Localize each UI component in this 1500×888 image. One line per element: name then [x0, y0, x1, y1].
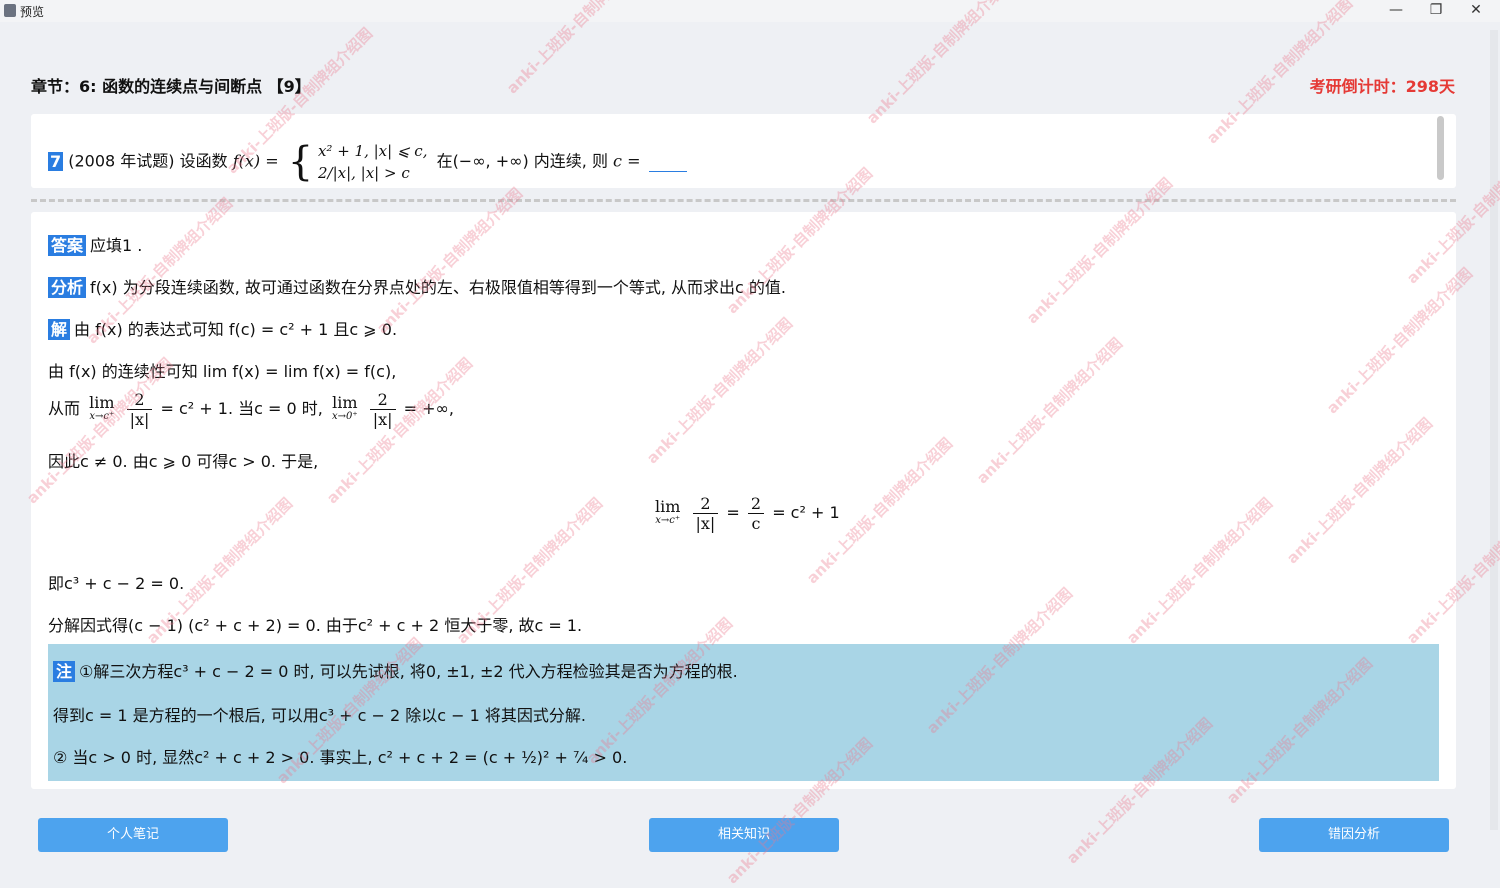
center-limit-sub: x→c⁺	[655, 514, 681, 526]
limit-sub-c: x→c⁺	[89, 410, 115, 422]
limit-end-text: = +∞,	[403, 399, 454, 418]
note-line-2: 得到c = 1 是方程的一个根后, 可以用c³ + c − 2 除以c − 1 …	[53, 702, 586, 726]
question-c-eq: c =	[613, 151, 641, 171]
cubic-text: 即c³ + c − 2 = 0.	[48, 574, 185, 593]
answer-tag: 答案	[48, 235, 87, 256]
center-limit: lim x→c⁺	[655, 496, 681, 526]
continuity-text: 由 f(x) 的连续性可知 lim f(x) = lim f(x) = f(c)…	[48, 362, 397, 381]
question-text: 7 (2008 年试题) 设函数 f(x) = { x² + 1, |x| ⩽ …	[48, 140, 687, 184]
frac-num: 2	[126, 390, 153, 410]
fraction-2-abs-x-2: 2 |x|	[369, 390, 396, 429]
piece-1: x² + 1, |x| ⩽ c,	[317, 142, 428, 160]
therefore-text: 因此c ≠ 0. 由c ⩾ 0 可得c > 0. 于是,	[48, 452, 319, 471]
solution-text: 由 f(x) 的表达式可知 f(c) = c² + 1 且c ⩾ 0.	[74, 320, 398, 339]
solution-line: 解由 f(x) 的表达式可知 f(c) = c² + 1 且c ⩾ 0.	[48, 316, 397, 340]
center-frac2-den: c	[751, 514, 761, 533]
section-divider	[31, 199, 1456, 202]
center-frac2-num: 2	[747, 494, 765, 514]
window-title: 预览	[20, 5, 45, 19]
factor-text: 分解因式得(c − 1) (c² + c + 2) = 0. 由于c² + c …	[48, 616, 583, 635]
note-text-3: ② 当c > 0 时, 显然c² + c + 2 > 0. 事实上, c² + …	[53, 748, 628, 767]
therefore-line: 因此c ≠ 0. 由c ⩾ 0 可得c > 0. 于是,	[48, 448, 318, 472]
question-number: 7	[48, 151, 64, 171]
question-function: f(x) =	[232, 151, 279, 171]
analysis-text: f(x) 为分段连续函数, 故可通过函数在分界点处的左、右极限值相等得到一个等式…	[90, 278, 787, 297]
answer-card: 答案 应填1 . 分析 f(x) 为分段连续函数, 故可通过函数在分界点处的左、右极…	[31, 212, 1456, 789]
question-suffix: 在(−∞, +∞) 内连续, 则	[436, 151, 608, 171]
frac-den-2: |x|	[372, 410, 393, 429]
limit-0: lim x→0⁺	[331, 392, 358, 422]
center-frac-2: 2c	[747, 494, 765, 533]
question-scrollbar[interactable]	[1437, 116, 1444, 180]
center-eq-sign: =	[726, 503, 740, 522]
title-bar: 预览 — ❐ ✕	[0, 0, 1500, 22]
note-box: 注 ①解三次方程c³ + c − 2 = 0 时, 可以先试根, 将0, ±1, …	[48, 644, 1439, 781]
center-frac1-num: 2	[692, 494, 719, 514]
cubic-line: 即c³ + c − 2 = 0.	[48, 570, 184, 594]
note-text-2: 得到c = 1 是方程的一个根后, 可以用c³ + c − 2 除以c − 1 …	[53, 706, 586, 725]
frac-num-2: 2	[369, 390, 396, 410]
continuity-line: 由 f(x) 的连续性可知 lim f(x) = lim f(x) = f(c)…	[48, 358, 396, 382]
related-knowledge-button[interactable]: 相关知识	[649, 818, 839, 852]
limit-c: lim x→c⁺	[89, 392, 115, 422]
limit-sub-0: x→0⁺	[331, 410, 358, 422]
minimize-button[interactable]: —	[1376, 0, 1416, 22]
centered-equation: lim x→c⁺ 2 |x| = 2c = c² + 1	[651, 494, 840, 533]
piece-2: 2/|x|, |x| > c	[317, 164, 410, 182]
exam-countdown: 考研倒计时：298天	[1309, 77, 1455, 96]
limit-mid-text: = c² + 1. 当c = 0 时,	[160, 399, 323, 418]
maximize-button[interactable]: ❐	[1416, 0, 1456, 22]
center-eq-end: = c² + 1	[772, 503, 840, 522]
note-line-3: ② 当c > 0 时, 显然c² + c + 2 > 0. 事实上, c² + …	[53, 744, 627, 768]
answer-line: 答案 应填1 .	[48, 232, 142, 256]
note-line-1: 注 ①解三次方程c³ + c − 2 = 0 时, 可以先试根, 将0, ±1, …	[53, 658, 738, 682]
factor-line: 分解因式得(c − 1) (c² + c + 2) = 0. 由于c² + c …	[48, 612, 582, 636]
personal-notes-button[interactable]: 个人笔记	[38, 818, 228, 852]
question-card: 7 (2008 年试题) 设函数 f(x) = { x² + 1, |x| ⩽ …	[31, 114, 1456, 188]
analysis-line: 分析 f(x) 为分段连续函数, 故可通过函数在分界点处的左、右极限值相等得到一个…	[48, 274, 786, 298]
limit-prefix: 从而	[48, 399, 81, 418]
limit-line: 从而 lim x→c⁺ 2 |x| = c² + 1. 当c = 0 时, lim x…	[48, 390, 454, 429]
close-button[interactable]: ✕	[1456, 0, 1496, 22]
chapter-title: 章节：6: 函数的连续点与间断点 【9】	[31, 77, 311, 96]
piecewise-function: { x² + 1, |x| ⩽ c, 2/|x|, |x| > c	[288, 140, 428, 184]
center-frac1-den: |x|	[695, 514, 716, 533]
error-analysis-button[interactable]: 错因分析	[1259, 818, 1449, 852]
answer-text: 应填1 .	[90, 236, 143, 255]
brace-glyph: {	[287, 139, 314, 185]
center-frac-1: 2 |x|	[692, 494, 719, 533]
answer-blank	[648, 152, 687, 172]
solution-tag: 解	[48, 319, 71, 340]
app-icon	[4, 4, 16, 17]
fraction-2-abs-x: 2 |x|	[126, 390, 153, 429]
note-text-1: ①解三次方程c³ + c − 2 = 0 时, 可以先试根, 将0, ±1, ±…	[79, 662, 738, 681]
question-prefix: (2008 年试题) 设函数	[68, 151, 228, 171]
window-scrollbar[interactable]	[1490, 30, 1498, 830]
frac-den: |x|	[129, 410, 150, 429]
analysis-tag: 分析	[48, 277, 87, 298]
note-tag: 注	[53, 661, 76, 682]
